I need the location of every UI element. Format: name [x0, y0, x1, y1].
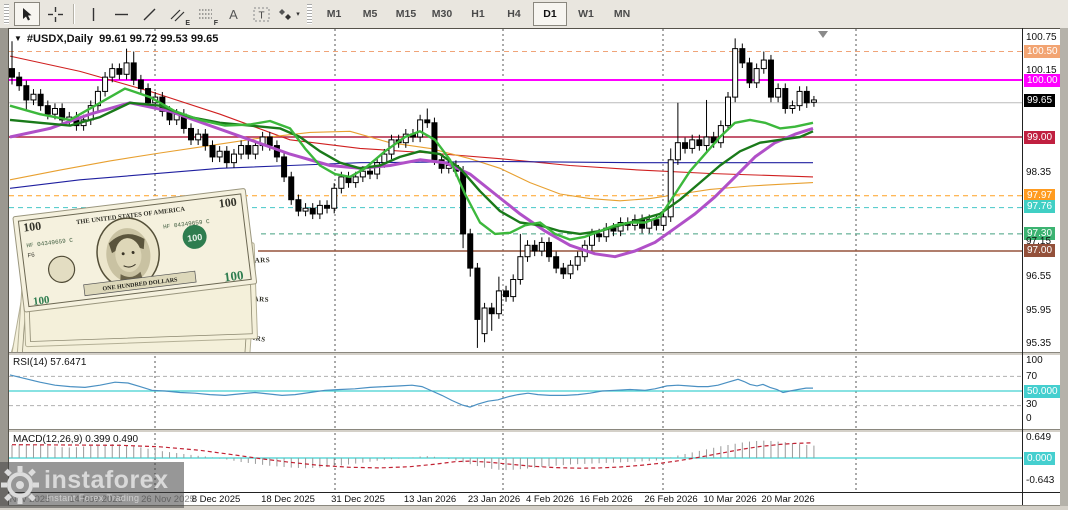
date-label: 23 Jan 2026: [468, 494, 520, 505]
rsi-axis-label: 50.000: [1024, 385, 1061, 398]
price-axis-label: 95.95: [1026, 305, 1051, 317]
price-axis-label: 99.65: [1024, 94, 1055, 107]
macd-axis-label: -0.643: [1026, 475, 1054, 487]
rsi-axis-label: 100: [1026, 355, 1043, 367]
price-axis-label: 96.55: [1026, 271, 1051, 283]
price-axis-label: 100.50: [1024, 45, 1061, 58]
instaforex-watermark: instaforex Instant Forex Trading: [0, 462, 184, 508]
date-label: 26 Feb 2026: [644, 494, 697, 505]
date-label: 18 Dec 2025: [261, 494, 315, 505]
date-label: 16 Feb 2026: [579, 494, 632, 505]
svg-text:100: 100: [187, 232, 203, 244]
instaforex-gear-icon: [0, 465, 40, 505]
svg-text:100: 100: [32, 294, 50, 308]
date-label: 10 Mar 2026: [703, 494, 756, 505]
date-label: 8 Dec 2025: [192, 494, 241, 505]
trading-terminal-window: EFAT▾ M1M5M15M30H1H4D1W1MN ONE HUNDRED D…: [0, 0, 1068, 510]
symbol-dropdown-icon[interactable]: ▼: [14, 34, 22, 43]
rsi-axis-label: 70: [1026, 371, 1037, 383]
price-axis-label: 97.76: [1024, 200, 1055, 213]
svg-text:100: 100: [223, 267, 244, 284]
macd-axis-label: 0.000: [1024, 452, 1055, 465]
date-label: 13 Jan 2026: [404, 494, 456, 505]
ohlc-values: 99.61 99.72 99.53 99.65: [99, 33, 218, 45]
price-axis-label: 97.00: [1024, 244, 1055, 257]
macd-indicator-label: MACD(12,26,9) 0.399 0.490: [13, 434, 138, 445]
watermark-brand-text: instaforex: [44, 468, 168, 493]
price-axis-label: 99.00: [1024, 131, 1055, 144]
price-axis-label: 100.75: [1026, 32, 1057, 44]
date-label: 20 Mar 2026: [761, 494, 814, 505]
symbol-name: #USDX,Daily: [27, 33, 93, 45]
price-axis-label: 98.35: [1026, 167, 1051, 179]
rsi-indicator-label: RSI(14) 57.6471: [13, 357, 86, 368]
right-scroll-strip[interactable]: [1060, 28, 1068, 510]
svg-text:100: 100: [22, 219, 42, 235]
macd-axis-label: 0.649: [1026, 432, 1051, 444]
chart-title: ▼ #USDX,Daily 99.61 99.72 99.53 99.65: [14, 33, 218, 45]
svg-text:100: 100: [218, 195, 238, 211]
rsi-axis-label: 0: [1026, 413, 1032, 425]
watermark-subtitle-text: Instant Forex Trading: [46, 494, 168, 503]
price-axis-label: 100.00: [1024, 74, 1061, 87]
rsi-axis-label: 30: [1026, 399, 1037, 411]
chart-surface[interactable]: ONE HUNDRED DOLLARS100ONE HUNDRED DOLLAR…: [0, 0, 1068, 510]
price-axis-label: 95.35: [1026, 338, 1051, 350]
left-gutter: [0, 28, 8, 510]
date-label: 4 Feb 2026: [526, 494, 574, 505]
date-label: 31 Dec 2025: [331, 494, 385, 505]
